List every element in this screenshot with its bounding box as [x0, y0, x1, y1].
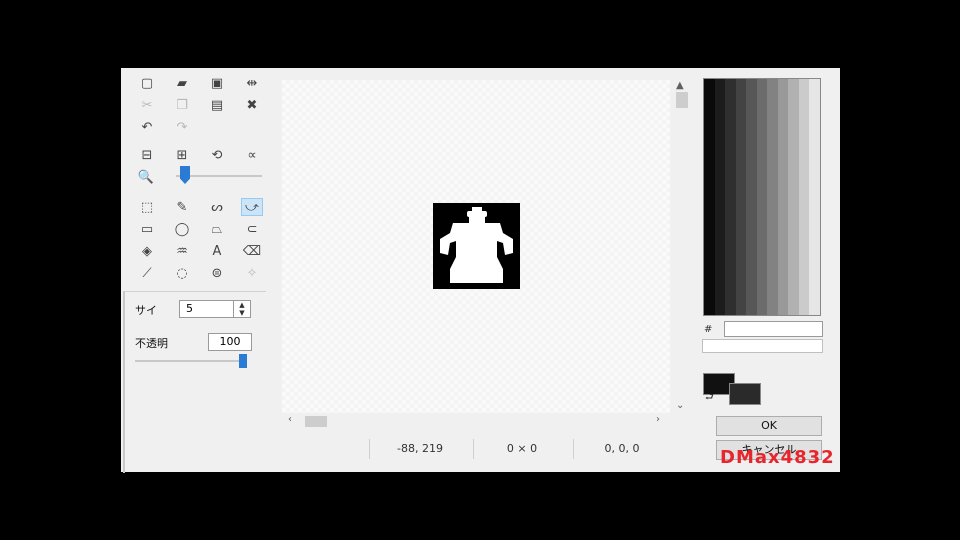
- new-file-icon[interactable]: ▢: [136, 74, 158, 92]
- opacity-slider-track[interactable]: [135, 360, 247, 362]
- undo-icon[interactable]: ↶: [136, 118, 158, 136]
- palette-swatch[interactable]: [735, 79, 747, 315]
- opacity-label: 不透明: [135, 337, 168, 350]
- palette-swatch[interactable]: [809, 79, 821, 315]
- lasso-icon[interactable]: ⊂: [241, 220, 263, 238]
- scroll-up-icon[interactable]: ▲: [676, 80, 684, 91]
- hex-color-input[interactable]: [724, 321, 823, 337]
- image-content[interactable]: [433, 203, 520, 289]
- drawing-canvas[interactable]: [282, 80, 670, 413]
- size-spinner[interactable]: 5 ▲ ▼: [179, 300, 251, 318]
- vertical-scroll-thumb[interactable]: [676, 92, 688, 108]
- open-folder-icon[interactable]: ▰: [171, 74, 193, 92]
- size-value[interactable]: 5: [186, 302, 193, 315]
- color-name-field[interactable]: [702, 339, 823, 353]
- curve-icon[interactable]: ⤻: [241, 198, 263, 216]
- palette-swatch[interactable]: [714, 79, 726, 315]
- lasso-select-icon[interactable]: ◌: [171, 264, 193, 282]
- point-icon[interactable]: ✧: [241, 264, 263, 282]
- scroll-down-icon[interactable]: ⌄: [676, 400, 684, 411]
- crop-icon[interactable]: ✖: [241, 96, 263, 114]
- rectangle-icon[interactable]: ▭: [136, 220, 158, 238]
- scroll-right-icon[interactable]: ›: [656, 414, 660, 425]
- palette-swatch[interactable]: [725, 79, 736, 315]
- robot-silhouette: [440, 207, 513, 283]
- palette-swatch[interactable]: [756, 79, 768, 315]
- resize-icon[interactable]: ⇹: [241, 74, 263, 92]
- fill-bucket-icon[interactable]: ◈: [136, 242, 158, 260]
- cursor-position: -88, 219: [369, 439, 470, 459]
- zoom-icon[interactable]: 🔍: [135, 168, 157, 186]
- opacity-input[interactable]: 100: [208, 333, 252, 351]
- horizontal-scrollbar[interactable]: ‹ ›: [282, 414, 670, 428]
- flip-horizontal-icon[interactable]: ⊟: [136, 146, 158, 164]
- opacity-slider-thumb[interactable]: [239, 354, 247, 368]
- spinner-arrows-icon[interactable]: ▲ ▼: [233, 301, 250, 317]
- palette-swatch[interactable]: [788, 79, 799, 315]
- secondary-color-swatch[interactable]: [729, 383, 761, 405]
- tool-properties-panel: サイ 5 ▲ ▼ 不透明 100: [123, 291, 266, 473]
- palette-swatch[interactable]: [746, 79, 757, 315]
- vertical-scrollbar[interactable]: ▲ ⌄: [674, 80, 688, 413]
- scroll-left-icon[interactable]: ‹: [288, 414, 292, 425]
- horizontal-scroll-thumb[interactable]: [305, 416, 327, 427]
- ok-button[interactable]: OK: [716, 416, 822, 436]
- copy-icon[interactable]: ❐: [171, 96, 193, 114]
- hex-label: #: [704, 324, 713, 335]
- toolbox: ▢ ▰ ▣ ⇹ ✂ ❐ ▤ ✖ ↶ ↷ ⊟ ⊞ ⟲ ∝ ⬚ ✎ ᔕ ⤻ ▭ ◯ ⏢ ⊂ ◈ ♒ A ⌫ ⟋ ◌ ⊜ ✧ 🔍 サイ 5 ▲ ▼…: [121, 68, 281, 473]
- eraser-icon[interactable]: ⌫: [241, 242, 263, 260]
- selection-size: 0 × 0: [473, 439, 570, 459]
- paste-icon[interactable]: ▤: [206, 96, 228, 114]
- palette-swatch[interactable]: [767, 79, 778, 315]
- pixel-color-value: 0, 0, 0: [573, 439, 670, 459]
- palette-swatch[interactable]: [777, 79, 789, 315]
- invert-icon[interactable]: ∝: [241, 146, 263, 164]
- save-icon[interactable]: ▣: [206, 74, 228, 92]
- pencil-icon[interactable]: ✎: [171, 198, 193, 216]
- paint-window: ▢ ▰ ▣ ⇹ ✂ ❐ ▤ ✖ ↶ ↷ ⊟ ⊞ ⟲ ∝ ⬚ ✎ ᔕ ⤻ ▭ ◯ ⏢ ⊂ ◈ ♒ A ⌫ ⟋ ◌ ⊜ ✧ 🔍 サイ 5 ▲ ▼…: [121, 68, 840, 473]
- swap-colors-icon[interactable]: ⮐: [705, 390, 714, 407]
- palette-swatch[interactable]: [798, 79, 810, 315]
- size-label: サイ: [135, 304, 157, 317]
- rect-select-icon[interactable]: ⬚: [136, 198, 158, 216]
- redo-icon[interactable]: ↷: [171, 118, 193, 136]
- line-icon[interactable]: ⟋: [136, 264, 158, 282]
- rotate-icon[interactable]: ⟲: [206, 146, 228, 164]
- color-replace-icon[interactable]: ♒: [171, 242, 193, 260]
- polygon-icon[interactable]: ⏢: [206, 220, 228, 238]
- color-palette[interactable]: [703, 78, 821, 316]
- text-icon[interactable]: A: [206, 242, 228, 260]
- palette-swatch[interactable]: [704, 79, 715, 315]
- watermark-text: DMax4832: [720, 447, 835, 468]
- eyedropper-icon[interactable]: ⊜: [206, 264, 228, 282]
- freehand-icon[interactable]: ᔕ: [206, 198, 228, 216]
- cut-icon[interactable]: ✂: [136, 96, 158, 114]
- flip-vertical-icon[interactable]: ⊞: [171, 146, 193, 164]
- zoom-slider-thumb[interactable]: [180, 166, 190, 184]
- ellipse-icon[interactable]: ◯: [171, 220, 193, 238]
